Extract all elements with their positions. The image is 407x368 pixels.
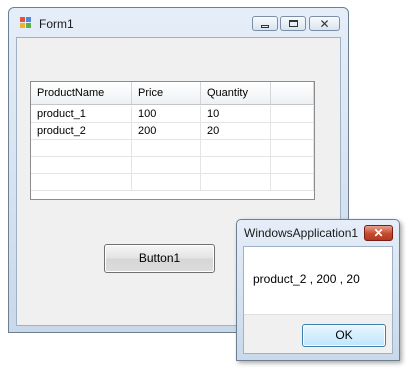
messagebox-client-area: product_2 , 200 , 20 OK [243,246,393,354]
table-row[interactable]: product_2 200 20 [31,123,314,140]
grid-cell[interactable]: 100 [132,106,201,122]
grid-cell[interactable] [201,157,271,173]
column-header-empty [271,82,314,104]
form1-titlebar[interactable]: Form1 ✕ [9,8,348,36]
grid-cell[interactable]: 200 [132,123,201,139]
button1[interactable]: Button1 [104,244,215,273]
column-header-productname[interactable]: ProductName [31,82,132,104]
grid-cell[interactable] [271,157,314,173]
messagebox-close-button[interactable]: ✕ [364,225,393,241]
grid-cell[interactable]: 10 [201,106,271,122]
grid-cell[interactable] [271,174,314,190]
grid-cell[interactable]: product_2 [31,123,132,139]
grid-cell[interactable] [132,140,201,156]
app-icon [20,17,34,29]
column-header-price[interactable]: Price [132,82,201,104]
close-button[interactable]: ✕ [309,16,340,31]
table-row[interactable] [31,140,314,157]
grid-cell[interactable] [271,123,314,139]
table-row[interactable] [31,174,314,191]
grid-cell[interactable] [132,174,201,190]
minimize-button[interactable] [252,16,278,31]
maximize-icon [288,20,298,27]
messagebox-title: WindowsApplication1 [244,226,359,240]
close-icon: ✕ [373,226,384,240]
grid-cell[interactable]: product_1 [31,106,132,122]
grid-cell[interactable] [31,174,132,190]
ok-button[interactable]: OK [302,324,386,347]
window-title: Form1 [39,17,74,31]
table-row[interactable]: product_1 100 10 [31,106,314,123]
messagebox-window: WindowsApplication1 ✕ product_2 , 200 , … [236,219,400,361]
grid-cell[interactable] [31,157,132,173]
maximize-button[interactable] [280,16,306,31]
grid-cell[interactable] [201,140,271,156]
minimize-icon [261,24,269,28]
grid-cell[interactable] [271,140,314,156]
messagebox-message: product_2 , 200 , 20 [253,272,360,286]
grid-cell[interactable] [31,140,132,156]
grid-cell[interactable]: 20 [201,123,271,139]
grid-cell[interactable] [201,174,271,190]
products-grid[interactable]: ProductName Price Quantity product_1 100… [30,81,315,200]
messagebox-footer: OK [244,314,392,353]
close-icon: ✕ [319,16,330,31]
grid-header-row: ProductName Price Quantity [31,82,314,105]
grid-cell[interactable] [271,106,314,122]
grid-cell[interactable] [132,157,201,173]
column-header-quantity[interactable]: Quantity [201,82,271,104]
table-row[interactable] [31,157,314,174]
